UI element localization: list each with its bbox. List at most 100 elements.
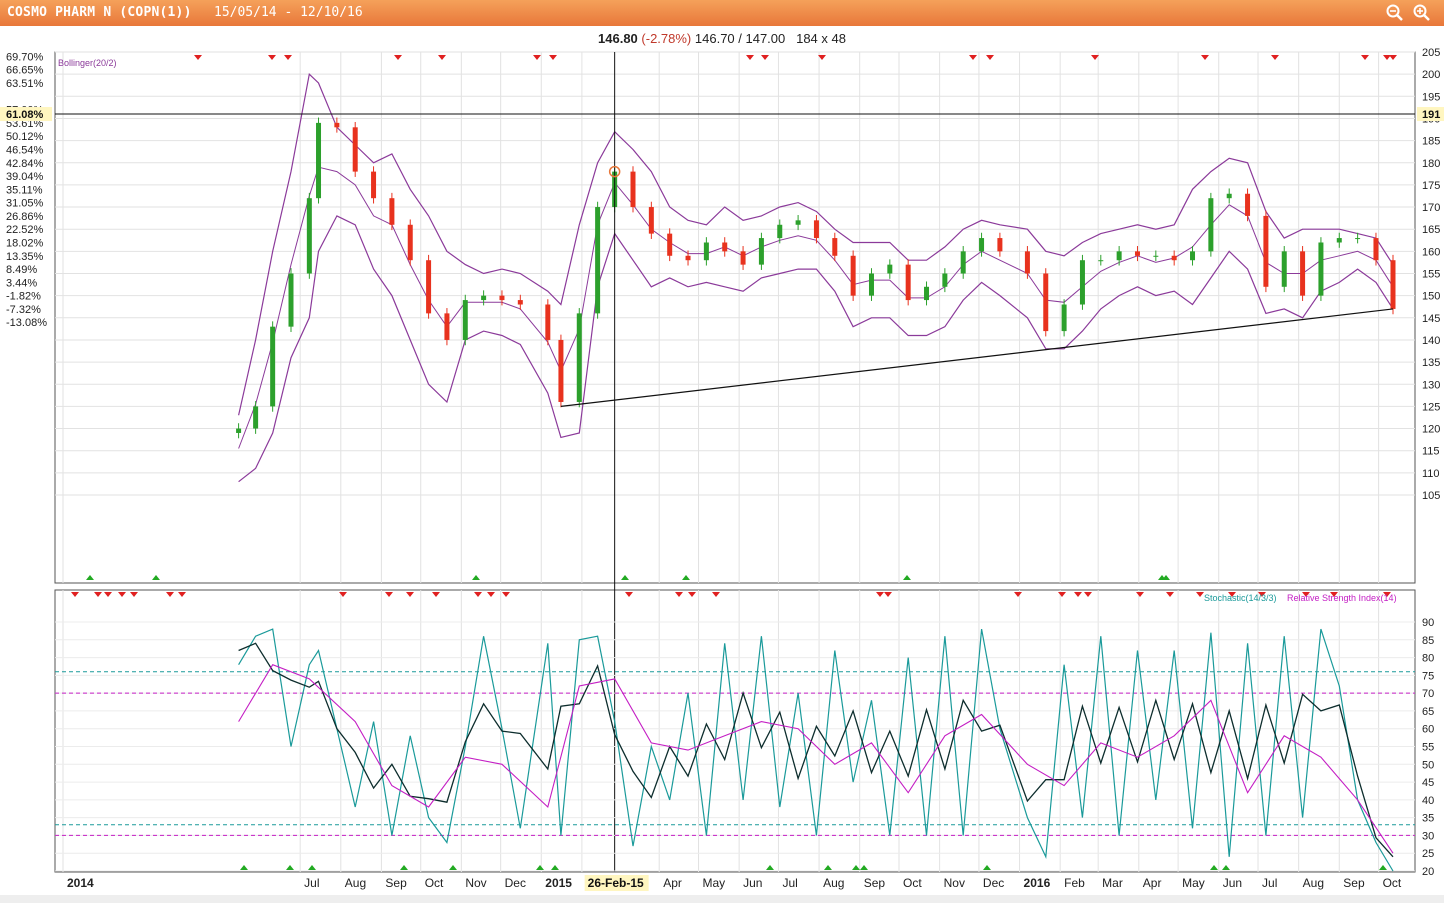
candle xyxy=(444,313,450,340)
percent-axis-tick: 3.44% xyxy=(6,277,37,289)
candle xyxy=(306,198,312,274)
candle xyxy=(517,300,523,305)
percent-axis-tick: 63.51% xyxy=(6,78,44,90)
price-axis-tick: 170 xyxy=(1422,202,1440,214)
price-axis-tick: 200 xyxy=(1422,69,1440,81)
price-axis-tick: 160 xyxy=(1422,246,1440,258)
bollinger-legend: Bollinger(20/2) xyxy=(58,58,117,68)
price-axis-tick: 150 xyxy=(1422,291,1440,303)
x-axis-label: Aug xyxy=(345,876,366,890)
percent-axis-tick: 39.04% xyxy=(6,171,44,183)
percent-axis-tick: 69.70% xyxy=(6,51,44,63)
stochastic-legend: Stochastic(14/3/3) xyxy=(1204,593,1277,603)
candle xyxy=(722,242,728,252)
price-axis-tick: 180 xyxy=(1422,158,1440,170)
price-axis-tick: 110 xyxy=(1422,468,1440,480)
price-axis-tick: 135 xyxy=(1422,357,1440,369)
x-axis-label: Apr xyxy=(663,876,682,890)
x-axis-label: Aug xyxy=(823,876,844,890)
candle xyxy=(407,224,413,261)
osc-axis-tick: 70 xyxy=(1422,688,1434,700)
candle xyxy=(1355,238,1361,240)
price-axis-tick: 125 xyxy=(1422,401,1440,413)
percent-axis-tick: 26.86% xyxy=(6,211,44,223)
candle xyxy=(576,313,582,402)
x-axis-label: Oct xyxy=(425,876,444,890)
x-axis-label: Apr xyxy=(1143,876,1162,890)
candle xyxy=(648,207,654,234)
candle xyxy=(389,198,395,225)
candle xyxy=(1281,251,1287,287)
candle xyxy=(740,251,746,265)
candle xyxy=(1390,260,1396,309)
price-axis-tick: 205 xyxy=(1422,47,1440,59)
percent-axis-tick: 50.12% xyxy=(6,131,44,143)
x-axis-label: Dec xyxy=(505,876,526,890)
percent-axis-tick: 22.52% xyxy=(6,224,44,236)
osc-axis-tick: 65 xyxy=(1422,706,1434,718)
x-axis-label: Sep xyxy=(385,876,407,890)
osc-axis-tick: 80 xyxy=(1422,653,1434,665)
candle xyxy=(1079,260,1085,305)
candle xyxy=(1226,193,1232,199)
candle xyxy=(1098,260,1104,262)
x-axis-label: Nov xyxy=(944,876,965,890)
candle xyxy=(481,295,487,301)
osc-axis-tick: 90 xyxy=(1422,617,1434,629)
candle xyxy=(288,273,294,327)
percent-axis-tick: -1.82% xyxy=(6,291,41,303)
candle xyxy=(685,255,691,261)
candle xyxy=(960,251,966,274)
candle xyxy=(1245,193,1251,216)
chart-canvas[interactable]: 2052001951901851801751701651601551501451… xyxy=(0,0,1444,903)
x-axis-label: Oct xyxy=(903,876,922,890)
candle xyxy=(270,326,276,407)
candle xyxy=(558,339,564,402)
x-axis-label: Oct xyxy=(1383,876,1402,890)
candle xyxy=(1190,251,1196,261)
candle xyxy=(1024,251,1030,274)
candle xyxy=(545,304,551,340)
osc-axis-tick: 30 xyxy=(1422,830,1434,842)
crosshair-percent: 61.08% xyxy=(6,109,44,121)
candle xyxy=(813,220,819,239)
candle xyxy=(979,238,985,252)
percent-axis-tick: 13.35% xyxy=(6,251,44,263)
x-axis-label: Jun xyxy=(1223,876,1242,890)
candle xyxy=(236,428,242,433)
x-axis-label: May xyxy=(1182,876,1205,890)
scrollbar-track[interactable] xyxy=(0,895,1444,903)
price-axis-tick: 175 xyxy=(1422,180,1440,192)
candle xyxy=(868,273,874,296)
candle xyxy=(1336,238,1342,243)
candle xyxy=(1153,255,1159,257)
x-axis-label: Mar xyxy=(1102,876,1123,890)
x-axis-label: Sep xyxy=(1343,876,1365,890)
percent-axis-tick: 35.11% xyxy=(6,184,43,196)
candle xyxy=(1300,251,1306,296)
x-axis-label: 2015 xyxy=(545,876,572,890)
candle xyxy=(1171,255,1177,261)
price-axis-tick: 165 xyxy=(1422,224,1440,236)
candle xyxy=(334,122,340,128)
percent-axis-tick: -7.32% xyxy=(6,304,41,316)
candle xyxy=(1043,273,1049,332)
crosshair-price: 191 xyxy=(1422,109,1440,121)
osc-axis-tick: 75 xyxy=(1422,670,1434,682)
candle xyxy=(352,127,358,172)
candle xyxy=(316,122,322,199)
x-axis-label: Dec xyxy=(983,876,1004,890)
x-axis-label: May xyxy=(703,876,726,890)
x-axis-label: Jun xyxy=(743,876,762,890)
x-axis-label: Jul xyxy=(304,876,319,890)
percent-axis-tick: -13.08% xyxy=(6,317,47,329)
candle xyxy=(1061,304,1067,332)
candle xyxy=(850,255,856,296)
osc-axis-tick: 20 xyxy=(1422,866,1434,878)
candle xyxy=(1318,242,1324,296)
price-axis-tick: 120 xyxy=(1422,424,1440,436)
percent-axis-tick: 66.65% xyxy=(6,65,44,77)
price-axis-tick: 130 xyxy=(1422,379,1440,391)
candle xyxy=(595,207,601,314)
candle xyxy=(924,286,930,301)
